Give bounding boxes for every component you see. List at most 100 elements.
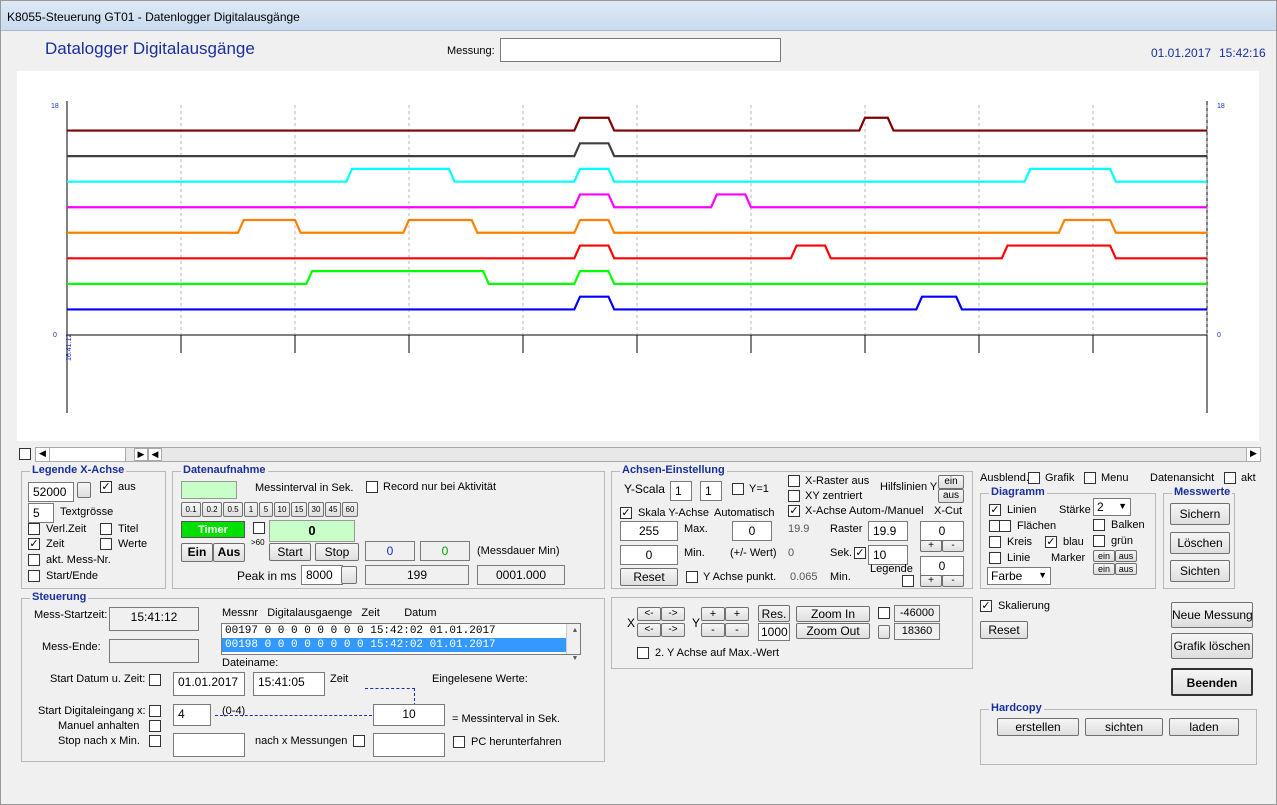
zoom-in-button[interactable]: Zoom In [796, 606, 870, 622]
zeit-input[interactable]: 15:41:05 [253, 672, 325, 696]
min-input[interactable]: 0 [620, 545, 678, 565]
interval-button[interactable]: 15 [291, 502, 307, 517]
x-left-button-2[interactable]: <- [637, 623, 661, 637]
grafik-loeschen-button[interactable]: Grafik löschen [1171, 633, 1253, 659]
interval-input[interactable]: 10 [373, 704, 445, 726]
nach-mess-checkbox[interactable] [353, 735, 365, 747]
y-minus-button-2[interactable]: - [725, 623, 749, 637]
scroll-thumb[interactable] [50, 448, 126, 461]
aus-checkbox[interactable]: ✓ [100, 481, 112, 493]
linien-checkbox[interactable]: ✓ [989, 504, 1001, 516]
zoom-out-button[interactable]: Zoom Out [796, 623, 870, 639]
nach-mess-input[interactable] [373, 733, 445, 757]
achsen-reset-button[interactable]: Reset [620, 568, 678, 586]
y-plus-button[interactable]: + [701, 607, 725, 621]
mess-nr-checkbox[interactable] [28, 554, 40, 566]
dig-input[interactable]: 4 [173, 704, 211, 726]
sek-input[interactable]: 10 [868, 545, 908, 565]
yscala-input-2[interactable]: 1 [700, 481, 722, 501]
balken-checkbox[interactable] [1093, 519, 1105, 531]
werte-checkbox[interactable] [100, 538, 112, 550]
scroll-left-icon[interactable]: ◀ [36, 448, 50, 461]
interval-button[interactable]: 1 [244, 502, 258, 517]
legende-plus-button[interactable]: + [920, 575, 942, 587]
sichten-button[interactable]: Sichten [1170, 560, 1230, 582]
scroll-right-icon-a[interactable]: ▶ [134, 448, 148, 461]
scroll-right-icon[interactable]: ▶ [1246, 448, 1260, 461]
linie-checkbox[interactable] [989, 552, 1001, 564]
verl-zeit-checkbox[interactable] [28, 523, 40, 535]
raster-input[interactable]: 19.9 [868, 521, 908, 541]
hilfslinien-ein-button[interactable]: ein [938, 475, 964, 489]
max-input[interactable]: 255 [620, 521, 678, 541]
grafik-checkbox[interactable] [1028, 472, 1040, 484]
interval-button[interactable]: 45 [325, 502, 341, 517]
legende-input[interactable]: 0 [920, 556, 964, 576]
y2-checkbox[interactable] [637, 647, 649, 659]
x-right-button-2[interactable]: -> [661, 623, 685, 637]
res-button[interactable]: Res. [758, 605, 790, 622]
datum-input[interactable]: 01.01.2017 [173, 672, 245, 696]
gt60-checkbox[interactable] [253, 522, 265, 534]
titel-checkbox[interactable] [100, 523, 112, 535]
record-checkbox[interactable] [366, 481, 378, 493]
zoom-set-button[interactable] [878, 625, 890, 639]
interval-button[interactable]: 0.1 [181, 502, 201, 517]
xcut-input[interactable]: 0 [920, 521, 964, 541]
manuel-checkbox[interactable] [149, 720, 161, 732]
peak-input[interactable]: 8000 [301, 565, 343, 585]
res-input[interactable]: 1000 [758, 623, 790, 641]
interval-button[interactable]: 60 [342, 502, 358, 517]
list-scrollbar[interactable]: ▲ ▼ [566, 624, 580, 663]
marker-aus-button-2[interactable]: aus [1115, 563, 1137, 575]
y-minus-button[interactable]: - [701, 623, 725, 637]
marker-ein-button-2[interactable]: ein [1093, 563, 1115, 575]
pc-checkbox[interactable] [453, 736, 465, 748]
scroll-checkbox[interactable] [19, 448, 31, 460]
skalierung-checkbox[interactable]: ✓ [980, 600, 992, 612]
peak-set-button[interactable] [341, 566, 357, 584]
laden-button[interactable]: laden [1169, 718, 1239, 736]
akt-checkbox[interactable] [1224, 472, 1236, 484]
skalierung-reset-button[interactable]: Reset [980, 621, 1028, 639]
punkt-checkbox[interactable] [686, 571, 698, 583]
hilfslinien-aus-button[interactable]: aus [938, 489, 964, 503]
farbe-select[interactable]: Farbe ▼ [987, 567, 1051, 585]
xcut-plus-button[interactable]: + [920, 540, 942, 552]
list-item-selected[interactable]: 00198 0 0 0 0 0 0 0 0 15:42:02 01.01.201… [222, 638, 580, 652]
interval-button[interactable]: 0.2 [202, 502, 222, 517]
ein-button[interactable]: Ein [181, 543, 213, 562]
gruen-checkbox[interactable] [1093, 535, 1105, 547]
sek-checkbox[interactable]: ✓ [854, 547, 866, 559]
zoom-checkbox[interactable] [878, 607, 890, 619]
stop-nach-input[interactable] [173, 733, 245, 757]
textsize-input[interactable]: 5 [28, 503, 54, 523]
legende-x-input[interactable]: 52000 [28, 482, 74, 502]
hardcopy-sichten-button[interactable]: sichten [1085, 718, 1163, 736]
legende-checkbox[interactable] [902, 575, 914, 587]
y1-checkbox[interactable] [732, 483, 744, 495]
horizontal-scrollbar[interactable]: ◀ ▶ ◀ ▶ [35, 447, 1261, 462]
stop-nach-checkbox[interactable] [149, 735, 161, 747]
start-datum-checkbox[interactable] [149, 674, 161, 686]
zeit-checkbox[interactable]: ✓ [28, 538, 40, 550]
start-button[interactable]: Start [269, 543, 311, 561]
skala-y-checkbox[interactable]: ✓ [620, 507, 632, 519]
sichern-button[interactable]: Sichern [1170, 503, 1230, 525]
start-dig-checkbox[interactable] [149, 705, 161, 717]
interval-button[interactable]: 0.5 [223, 502, 243, 517]
x-achse-checkbox[interactable]: ✓ [788, 505, 800, 517]
menu-checkbox[interactable] [1084, 472, 1096, 484]
y-plus-button-2[interactable]: + [725, 607, 749, 621]
aus-button[interactable]: Aus [213, 543, 245, 562]
blau-checkbox[interactable]: ✓ [1045, 536, 1057, 548]
legende-minus-button[interactable]: - [942, 575, 964, 587]
neue-messung-button[interactable]: Neue Messung [1171, 602, 1253, 628]
messung-input[interactable] [500, 38, 781, 62]
beenden-button[interactable]: Beenden [1171, 668, 1253, 696]
xy-checkbox[interactable] [788, 490, 800, 502]
interval-button[interactable]: 30 [308, 502, 324, 517]
x-left-button[interactable]: <- [637, 607, 661, 621]
scroll-left-icon-b[interactable]: ◀ [148, 448, 162, 461]
kreis-checkbox[interactable] [989, 536, 1001, 548]
